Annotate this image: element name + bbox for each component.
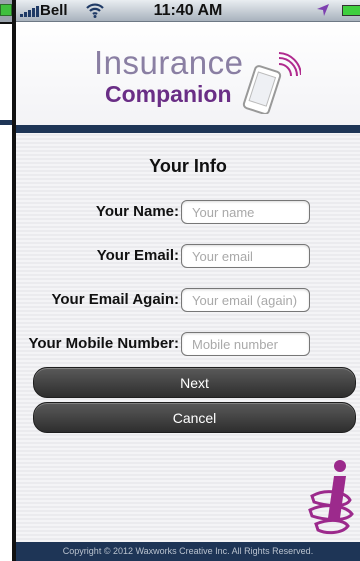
name-input[interactable]: [181, 200, 310, 224]
page-title: Your Info: [149, 156, 227, 176]
logo-subtitle: Companion: [105, 81, 232, 107]
email-again-input[interactable]: [181, 288, 310, 312]
form-area: Your Info Your Name: Your Email: Your Em…: [16, 133, 360, 542]
mobile-label: Your Mobile Number:: [28, 335, 179, 352]
mobile-input[interactable]: [181, 332, 310, 356]
clock: 11:40 AM: [153, 2, 223, 19]
name-label: Your Name:: [95, 203, 179, 220]
email-again-label: Your Email Again:: [51, 291, 179, 308]
logo-title: Insurance: [94, 44, 244, 81]
next-button[interactable]: Next: [33, 367, 356, 398]
battery-icon: [0, 4, 12, 16]
previous-header-rule: [0, 120, 12, 125]
phone-screen: Bell 11:40 AM Insurance Companion Your I…: [14, 0, 360, 561]
previous-screen-edge: [0, 0, 14, 561]
email-label: Your Email:: [96, 247, 179, 264]
location-arrow-icon: [317, 4, 329, 16]
copyright-footer: Copyright © 2012 Waxworks Creative Inc. …: [16, 542, 360, 561]
battery-icon: [342, 5, 360, 16]
status-bar: Bell 11:40 AM: [16, 0, 360, 22]
cancel-button[interactable]: Cancel: [33, 402, 356, 433]
phone-logo-icon: [242, 52, 301, 114]
email-input[interactable]: [181, 244, 310, 268]
brand-mark-icon: [308, 460, 354, 535]
app-header: Insurance Companion: [16, 22, 360, 125]
header-rule: [16, 125, 360, 133]
